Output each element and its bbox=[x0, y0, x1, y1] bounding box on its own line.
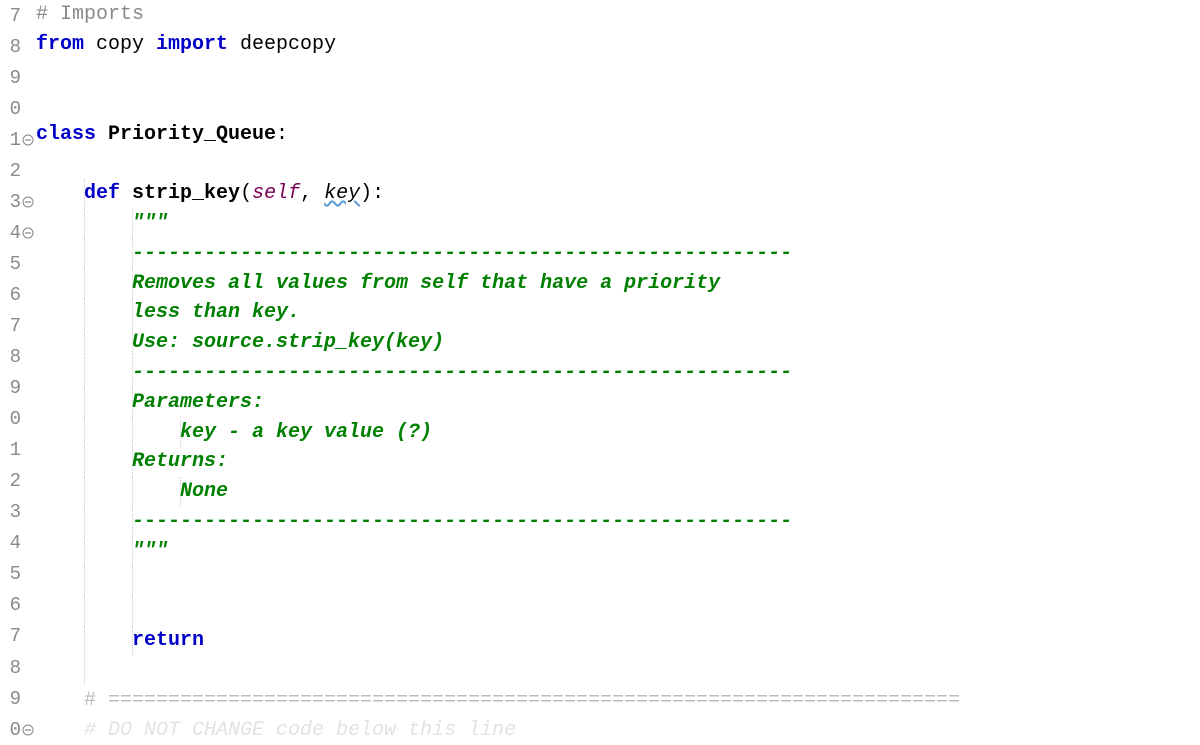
code-line: Returns: bbox=[36, 447, 1200, 477]
line-number: 1 bbox=[10, 129, 21, 151]
line-number: 8 bbox=[10, 346, 21, 368]
line-number: 4 bbox=[10, 222, 21, 244]
code-line bbox=[36, 89, 1200, 119]
line-number: 0 bbox=[10, 719, 21, 741]
line-number: 7 bbox=[10, 625, 21, 647]
line-number-gutter: 7 8 9 0 1 2 3 4 5 6 7 8 9 0 1 2 3 4 5 6 … bbox=[0, 0, 22, 745]
line-number: 2 bbox=[10, 160, 21, 182]
docstring-text: """ bbox=[132, 212, 168, 235]
fold-collapse-icon[interactable] bbox=[22, 134, 34, 146]
code-line: Use: source.strip_key(key) bbox=[36, 328, 1200, 358]
fold-collapse-icon[interactable] bbox=[22, 724, 34, 736]
code-line: # DO NOT CHANGE code below this line bbox=[36, 715, 1200, 745]
code-editor[interactable]: # Imports from copy import deepcopy clas… bbox=[22, 0, 1200, 745]
docstring-text: Parameters: bbox=[132, 391, 264, 414]
code-line: # Imports bbox=[36, 0, 1200, 30]
docstring-text: """ bbox=[132, 540, 168, 563]
code-line: Parameters: bbox=[36, 387, 1200, 417]
line-number: 9 bbox=[10, 688, 21, 710]
code-line bbox=[36, 60, 1200, 90]
keyword-import: import bbox=[156, 33, 228, 56]
docstring-text: Removes all values from self that have a… bbox=[132, 272, 720, 295]
code-line: ----------------------------------------… bbox=[36, 358, 1200, 388]
code-line bbox=[36, 566, 1200, 596]
code-line: return bbox=[36, 626, 1200, 656]
comment-text: # Imports bbox=[36, 3, 144, 26]
code-line bbox=[36, 596, 1200, 626]
keyword-def: def bbox=[84, 182, 120, 205]
code-line: """ bbox=[36, 209, 1200, 239]
function-name: strip_key bbox=[120, 182, 240, 205]
line-number: 8 bbox=[10, 657, 21, 679]
code-line: """ bbox=[36, 536, 1200, 566]
docstring-text: key - a key value (?) bbox=[132, 421, 432, 444]
keyword-return: return bbox=[132, 629, 204, 652]
code-line: def strip_key(self, key): bbox=[36, 179, 1200, 209]
fold-collapse-icon[interactable] bbox=[22, 196, 34, 208]
docstring-text: Returns: bbox=[132, 450, 228, 473]
line-number: 5 bbox=[10, 253, 21, 275]
docstring-text: ----------------------------------------… bbox=[132, 242, 792, 265]
line-number: 6 bbox=[10, 284, 21, 306]
code-line: ----------------------------------------… bbox=[36, 238, 1200, 268]
line-number: 7 bbox=[10, 5, 21, 27]
docstring-text: ----------------------------------------… bbox=[132, 510, 792, 533]
line-number: 8 bbox=[10, 36, 21, 58]
keyword-class: class bbox=[36, 123, 96, 146]
docstring-text: Use: source.strip_key(key) bbox=[132, 331, 444, 354]
line-number: 3 bbox=[10, 501, 21, 523]
code-line: ----------------------------------------… bbox=[36, 507, 1200, 537]
code-line: key - a key value (?) bbox=[36, 417, 1200, 447]
docstring-text: ----------------------------------------… bbox=[132, 361, 792, 384]
code-line: # ======================================… bbox=[36, 685, 1200, 715]
class-name: Priority_Queue bbox=[96, 123, 276, 146]
code-line bbox=[36, 656, 1200, 686]
code-line: class Priority_Queue: bbox=[36, 119, 1200, 149]
code-line: Removes all values from self that have a… bbox=[36, 268, 1200, 298]
param-self: self bbox=[252, 182, 300, 205]
line-number: 5 bbox=[10, 563, 21, 585]
code-line: from copy import deepcopy bbox=[36, 30, 1200, 60]
code-line: None bbox=[36, 477, 1200, 507]
line-number: 7 bbox=[10, 315, 21, 337]
line-number: 3 bbox=[10, 191, 21, 213]
keyword-from: from bbox=[36, 33, 84, 56]
line-number: 0 bbox=[10, 408, 21, 430]
line-number: 9 bbox=[10, 67, 21, 89]
line-number: 6 bbox=[10, 594, 21, 616]
line-number: 4 bbox=[10, 532, 21, 554]
line-number: 2 bbox=[10, 470, 21, 492]
code-line: less than key. bbox=[36, 298, 1200, 328]
line-number: 1 bbox=[10, 439, 21, 461]
fold-collapse-icon[interactable] bbox=[22, 227, 34, 239]
line-number: 0 bbox=[10, 98, 21, 120]
line-number: 9 bbox=[10, 377, 21, 399]
param-key: key bbox=[324, 182, 360, 205]
code-line bbox=[36, 149, 1200, 179]
docstring-text: less than key. bbox=[132, 301, 300, 324]
comment-text: # ======================================… bbox=[84, 689, 960, 712]
comment-text: # DO NOT CHANGE code below this line bbox=[84, 719, 516, 742]
